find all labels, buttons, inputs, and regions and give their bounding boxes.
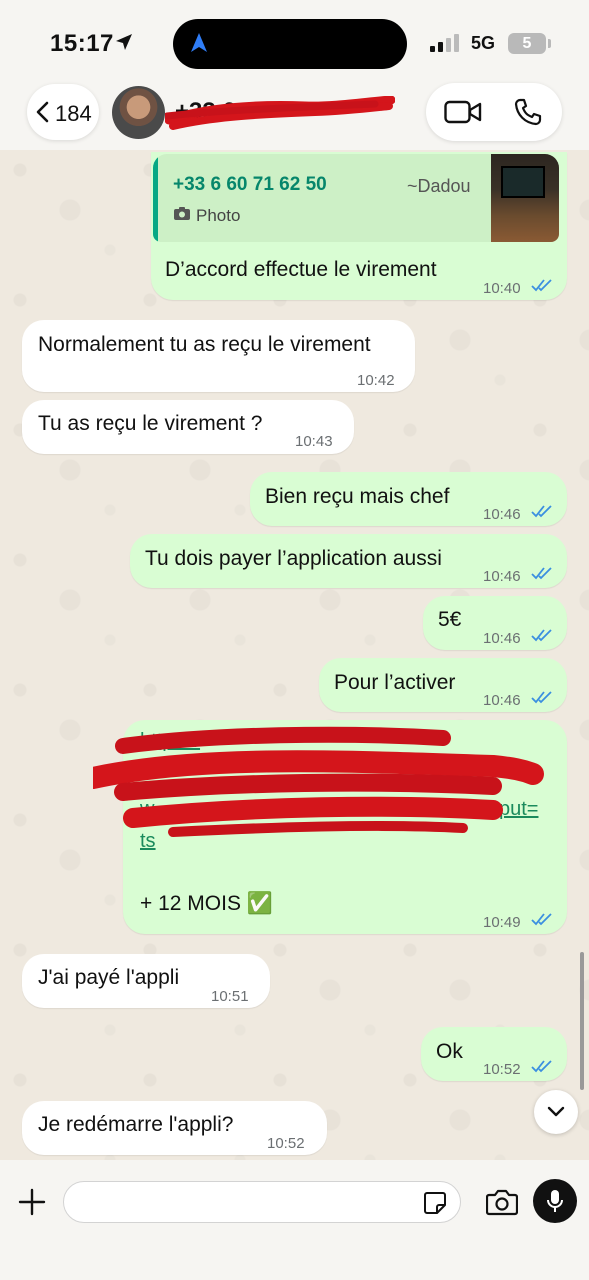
chevron-down-icon [547, 1106, 565, 1117]
message-text: Tu as reçu le virement ? [38, 412, 263, 435]
message-text: Normalement tu as reçu le virement [38, 333, 371, 356]
message-time: 10:46 [483, 630, 521, 647]
navigation-icon [191, 33, 207, 52]
redaction-scribble [165, 96, 395, 130]
signal-strength-icon [430, 34, 459, 52]
message-bubble-outgoing[interactable]: Pour l’activer 10:46 [319, 658, 567, 712]
unread-count: 184 [55, 101, 92, 126]
camera-icon[interactable] [486, 1188, 518, 1216]
message-text: Bien reçu mais chef [265, 485, 450, 508]
message-bubble-incoming[interactable]: Je redémarre l'appli? 10:52 [22, 1101, 327, 1155]
message-text: + 12 MOIS ✅ [140, 892, 273, 915]
quote-alias: ~Dadou [407, 176, 471, 196]
quote-type: Photo [196, 206, 241, 225]
read-ticks-icon [531, 1060, 552, 1073]
redaction-scribble [93, 726, 544, 837]
message-time: 10:52 [483, 1061, 521, 1078]
message-time: 10:51 [211, 988, 249, 1005]
message-time: 10:46 [483, 692, 521, 709]
read-ticks-icon [531, 567, 552, 580]
microphone-icon [547, 1190, 563, 1212]
phone-call-icon[interactable] [514, 98, 542, 126]
read-ticks-icon [531, 629, 552, 642]
message-text: Pour l’activer [334, 671, 456, 694]
message-time: 10:43 [295, 433, 333, 450]
read-ticks-icon [531, 505, 552, 518]
message-time: 10:46 [483, 568, 521, 585]
call-buttons [426, 83, 562, 141]
message-bubble-outgoing[interactable]: Bien reçu mais chef 10:46 [250, 472, 567, 526]
network-type: 5G [471, 33, 496, 53]
message-text: J'ai payé l'appli [38, 966, 180, 989]
avatar[interactable] [112, 86, 165, 139]
message-time: 10:52 [267, 1135, 305, 1152]
location-arrow-icon [116, 34, 132, 50]
back-button[interactable]: 184 [27, 84, 99, 140]
message-time: 10:46 [483, 506, 521, 523]
message-bubble-outgoing[interactable]: Tu dois payer l’application aussi 10:46 [130, 534, 567, 588]
battery-icon: 5 [508, 33, 546, 54]
voice-record-button[interactable] [533, 1179, 577, 1223]
message-bubble-incoming[interactable]: Tu as reçu le virement ? 10:43 [22, 400, 354, 454]
scrollbar[interactable] [580, 952, 584, 1090]
message-bubble-outgoing[interactable]: https:// w put= ts + 12 MOIS ✅ 10:49 [93, 720, 567, 934]
quoted-message[interactable]: +33 6 60 71 62 50 ~Dadou Photo [153, 154, 559, 242]
battery-tip [548, 39, 551, 48]
status-bar: 15:17 5G 5 [0, 0, 589, 80]
message-bubble-outgoing[interactable]: Ok 10:52 [421, 1027, 567, 1081]
message-text: D’accord effectue le virement [165, 258, 437, 281]
attach-plus-icon[interactable] [18, 1188, 46, 1216]
status-time: 15:17 [50, 30, 114, 57]
read-ticks-icon [531, 691, 552, 704]
read-ticks-icon [531, 913, 552, 926]
camera-icon [174, 207, 190, 220]
message-time: 10:40 [483, 280, 521, 297]
message-text: Ok [436, 1040, 463, 1063]
message-text: Tu dois payer l’application aussi [145, 547, 442, 570]
message-time: 10:42 [357, 372, 395, 389]
message-bubble-outgoing[interactable]: +33 6 60 71 62 50 ~Dadou Photo D’accord … [151, 152, 567, 300]
message-bubble-outgoing[interactable]: 5€ 10:46 [423, 596, 567, 650]
message-text: 5€ [438, 608, 462, 631]
message-text: Je redémarre l'appli? [38, 1113, 234, 1136]
quote-accent-bar [153, 154, 158, 242]
message-bubble-incoming[interactable]: J'ai payé l'appli 10:51 [22, 954, 270, 1008]
read-ticks-icon [531, 279, 552, 292]
quote-sender: +33 6 60 71 62 50 [173, 174, 327, 195]
chevron-left-icon [36, 101, 49, 123]
sticker-icon[interactable] [423, 1191, 447, 1215]
message-input[interactable] [63, 1181, 461, 1223]
message-bubble-incoming[interactable]: Normalement tu as reçu le virement 10:42 [22, 320, 415, 392]
composer-bar [0, 1160, 589, 1280]
quote-thumbnail [491, 154, 559, 242]
message-time: 10:49 [483, 914, 521, 931]
chat-header: 184 +33 6 [0, 80, 589, 152]
scroll-to-bottom-button[interactable] [534, 1090, 578, 1134]
video-call-icon[interactable] [444, 100, 482, 124]
